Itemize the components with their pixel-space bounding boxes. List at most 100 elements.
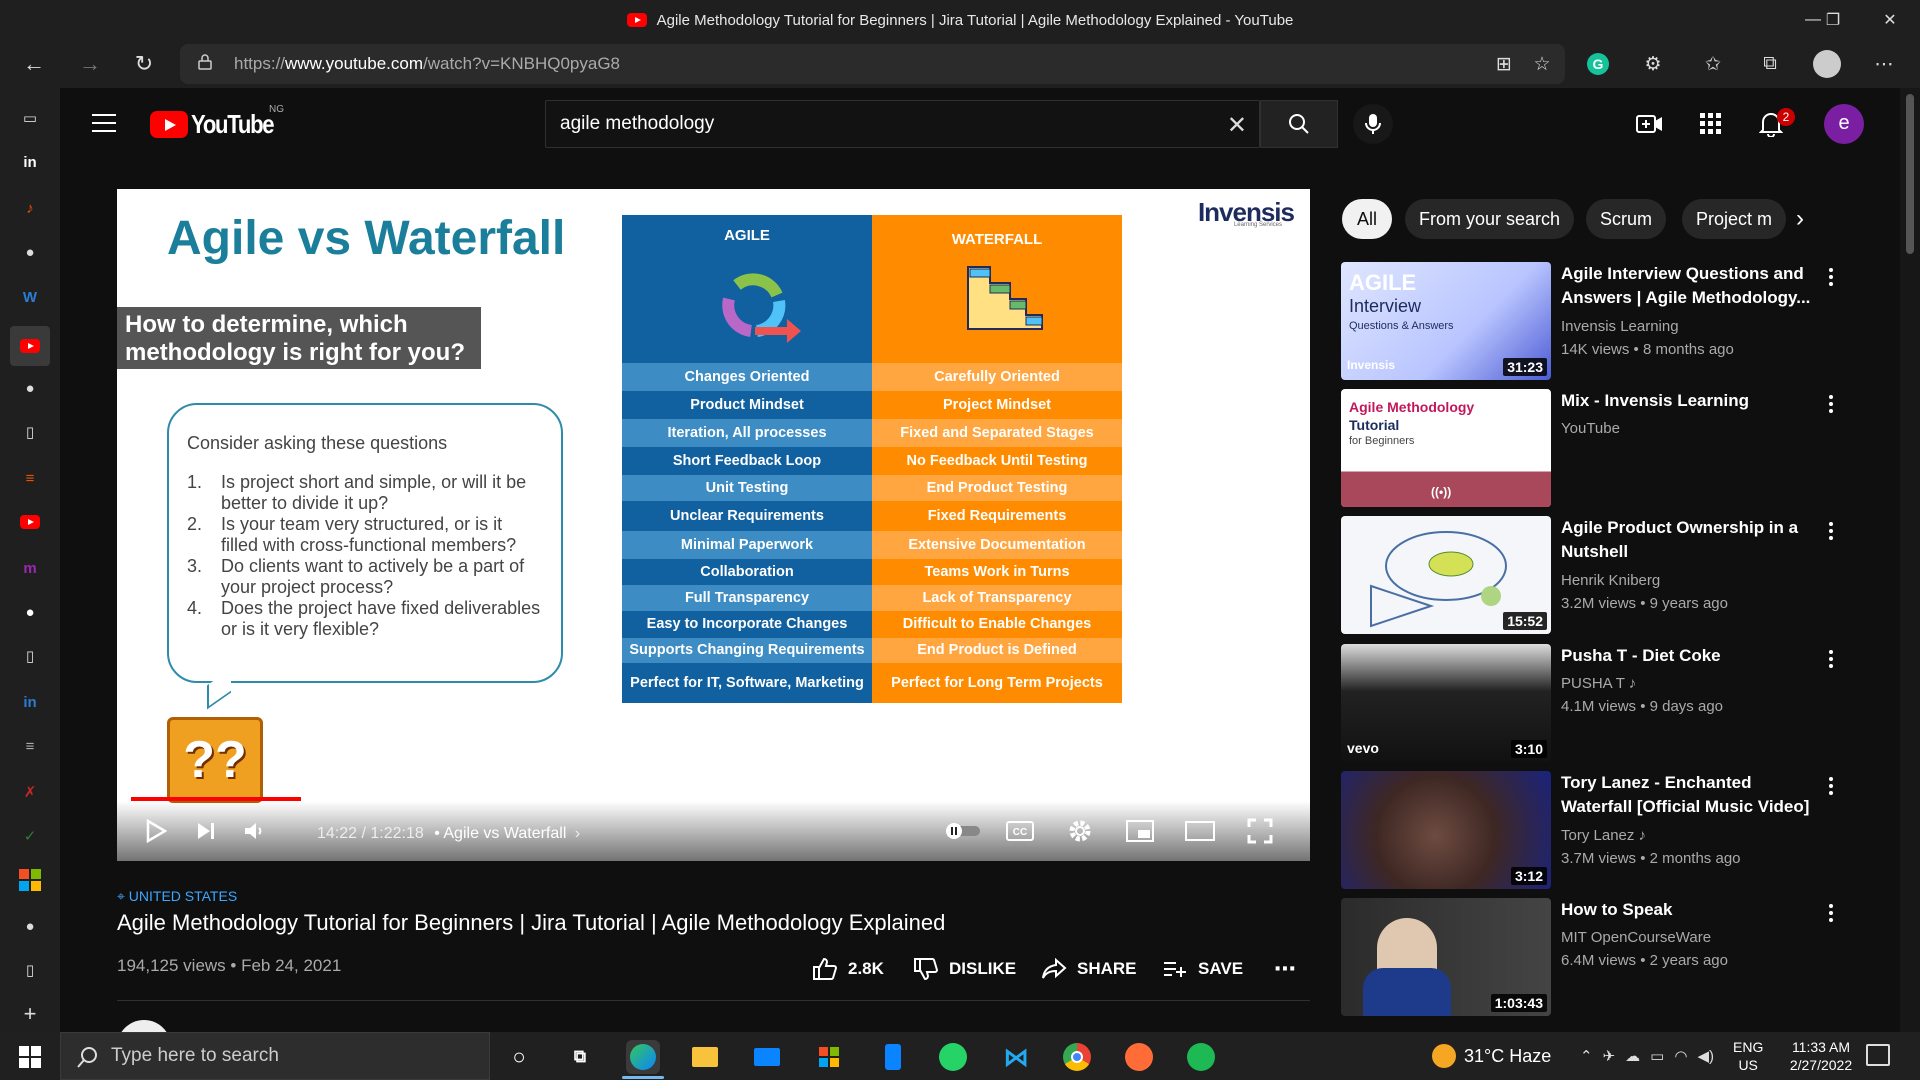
- more-actions-icon[interactable]: ⋯: [1274, 956, 1296, 982]
- youtube-tab-active[interactable]: [10, 326, 50, 366]
- rec-title[interactable]: Pusha T - Diet Coke: [1561, 644, 1811, 668]
- miniplayer-button[interactable]: [1123, 816, 1157, 846]
- video-thumbnail[interactable]: 3:12: [1341, 771, 1551, 889]
- taskbar-search-placeholder[interactable]: Type here to search: [111, 1033, 279, 1079]
- video-thumbnail[interactable]: 1:03:43: [1341, 898, 1551, 1016]
- next-video-button[interactable]: [191, 816, 221, 846]
- recommendation-card[interactable]: 15:52 Agile Product Ownership in a Nutsh…: [1341, 516, 1861, 634]
- location-link[interactable]: ⌖ UNITED STATES: [117, 888, 237, 905]
- youtube-logo[interactable]: YouTube NG: [150, 104, 288, 139]
- chips-next-chevron-icon[interactable]: ›: [1796, 205, 1804, 233]
- video-thumbnail[interactable]: AGILE Interview Questions & Answers Inve…: [1341, 262, 1551, 380]
- search-button[interactable]: [1260, 100, 1338, 148]
- tray-wifi-icon[interactable]: ◠: [1674, 1047, 1687, 1065]
- phone-link-icon[interactable]: [876, 1040, 910, 1074]
- document-tab-icon[interactable]: ▯: [16, 418, 44, 446]
- back-arrow-icon[interactable]: ←: [16, 46, 52, 82]
- rec-title[interactable]: How to Speak: [1561, 898, 1811, 922]
- address-bar[interactable]: https://www.youtube.com/watch?v=KNBHQ0py…: [180, 44, 1565, 84]
- save-button[interactable]: SAVE: [1162, 956, 1243, 982]
- edge-taskbar-icon[interactable]: [626, 1040, 660, 1074]
- file-explorer-icon[interactable]: [688, 1040, 722, 1074]
- rec-title[interactable]: Tory Lanez - Enchanted Waterfall [Offici…: [1561, 771, 1811, 819]
- github-tab-icon-2[interactable]: ●: [16, 374, 44, 402]
- more-options-icon[interactable]: ⋯: [1868, 48, 1900, 80]
- tab-icon-11[interactable]: m: [16, 554, 44, 582]
- task-view-icon[interactable]: ⧉: [563, 1040, 597, 1074]
- rec-channel[interactable]: Tory Lanez ♪: [1561, 827, 1646, 844]
- rec-title[interactable]: Agile Product Ownership in a Nutshell: [1561, 516, 1811, 564]
- favorites-icon[interactable]: ✩: [1697, 48, 1729, 80]
- scrollbar-thumb[interactable]: [1906, 94, 1914, 254]
- mail-icon[interactable]: [750, 1040, 784, 1074]
- chip-all[interactable]: All: [1342, 199, 1392, 239]
- document-tab-icon-2[interactable]: ▯: [16, 642, 44, 670]
- restore-button[interactable]: ❐: [1803, 0, 1863, 40]
- forward-arrow-icon[interactable]: →: [72, 46, 108, 82]
- rec-channel[interactable]: MIT OpenCourseWare: [1561, 929, 1711, 946]
- volume-button[interactable]: [239, 816, 269, 846]
- play-button[interactable]: [141, 816, 171, 846]
- taskbar-clock[interactable]: 11:33 AM 2/27/2022: [1773, 1038, 1869, 1074]
- recommendation-card[interactable]: 1:03:43 How to Speak MIT OpenCourseWare …: [1341, 898, 1861, 1016]
- refresh-icon[interactable]: ↻: [126, 46, 162, 82]
- weather-widget[interactable]: 31°C Haze: [1432, 1032, 1551, 1080]
- lock-icon[interactable]: [198, 54, 212, 70]
- app-available-icon[interactable]: ⊞: [1488, 48, 1520, 80]
- dislike-button[interactable]: DISLIKE: [913, 956, 1016, 982]
- tab-icon-9[interactable]: ≡: [16, 464, 44, 492]
- word-tab-icon[interactable]: W: [16, 283, 44, 311]
- action-center-icon[interactable]: [1866, 1044, 1890, 1066]
- account-avatar[interactable]: e: [1824, 104, 1864, 144]
- github-tab-icon-4[interactable]: ●: [16, 912, 44, 940]
- url-text[interactable]: https://www.youtube.com/watch?v=KNBHQ0py…: [234, 44, 620, 84]
- spotify-icon[interactable]: [1184, 1040, 1218, 1074]
- tray-network-icon[interactable]: ✈: [1603, 1047, 1616, 1065]
- postman-icon[interactable]: [1122, 1040, 1156, 1074]
- voice-search-button[interactable]: [1353, 104, 1393, 144]
- microsoft-tab-icon[interactable]: [16, 866, 44, 894]
- tab-icon-16[interactable]: ✗: [16, 778, 44, 806]
- cortana-icon[interactable]: ○: [502, 1040, 536, 1074]
- search-box[interactable]: ✕: [545, 100, 1260, 148]
- recommendation-card[interactable]: 3:12 Tory Lanez - Enchanted Waterfall [O…: [1341, 771, 1861, 889]
- subtitles-button[interactable]: CC: [1003, 816, 1037, 846]
- tab-icon-3[interactable]: ♪: [16, 194, 44, 222]
- github-tab-icon-3[interactable]: ●: [16, 598, 44, 626]
- chapter-chevron-icon[interactable]: ›: [575, 825, 580, 842]
- rec-more-options-icon[interactable]: [1821, 264, 1841, 290]
- rec-channel[interactable]: YouTube: [1561, 420, 1620, 437]
- fullscreen-button[interactable]: [1243, 816, 1277, 846]
- new-tab-plus-icon[interactable]: +: [16, 1000, 44, 1028]
- search-input[interactable]: [560, 101, 1160, 147]
- linkedin-tab-icon-2[interactable]: in: [16, 688, 44, 716]
- chip-scrum[interactable]: Scrum: [1586, 199, 1667, 239]
- collections-icon[interactable]: ⧉: [1754, 48, 1786, 80]
- rec-more-options-icon[interactable]: [1821, 900, 1841, 926]
- extensions-icon[interactable]: ⚙: [1637, 48, 1669, 80]
- tab-actions-icon[interactable]: ▭: [16, 104, 44, 132]
- rec-channel[interactable]: Invensis Learning: [1561, 318, 1679, 335]
- tab-icon-15[interactable]: ≡: [16, 732, 44, 760]
- chip-from-your-search[interactable]: From your search: [1405, 199, 1575, 239]
- recommendation-card[interactable]: Agile Methodology Tutorial for Beginners…: [1341, 389, 1861, 507]
- add-favorite-icon[interactable]: ☆: [1526, 48, 1558, 80]
- share-button[interactable]: SHARE: [1041, 956, 1137, 982]
- document-tab-icon-3[interactable]: ▯: [16, 956, 44, 984]
- youtube-tab-icon-2[interactable]: [16, 508, 44, 536]
- rec-more-options-icon[interactable]: [1821, 391, 1841, 417]
- autoplay-toggle[interactable]: [943, 816, 983, 846]
- page-scrollbar[interactable]: [1900, 88, 1920, 1032]
- menu-hamburger-icon[interactable]: [92, 114, 116, 132]
- whatsapp-icon[interactable]: [936, 1040, 970, 1074]
- rec-channel[interactable]: Henrik Kniberg: [1561, 572, 1660, 589]
- grammarly-extension-icon[interactable]: G: [1582, 48, 1614, 80]
- close-window-button[interactable]: ✕: [1860, 0, 1920, 40]
- video-thumbnail[interactable]: 15:52: [1341, 516, 1551, 634]
- clear-search-icon[interactable]: ✕: [1227, 111, 1247, 140]
- input-language[interactable]: ENG US: [1733, 1038, 1763, 1074]
- location-text[interactable]: UNITED STATES: [129, 888, 237, 904]
- apps-grid-icon[interactable]: [1695, 108, 1727, 140]
- recommendation-card[interactable]: vevo 3:10 Pusha T - Diet Coke PUSHA T ♪ …: [1341, 644, 1861, 762]
- video-player[interactable]: Agile vs Waterfall Invensis Learning Ser…: [117, 189, 1310, 861]
